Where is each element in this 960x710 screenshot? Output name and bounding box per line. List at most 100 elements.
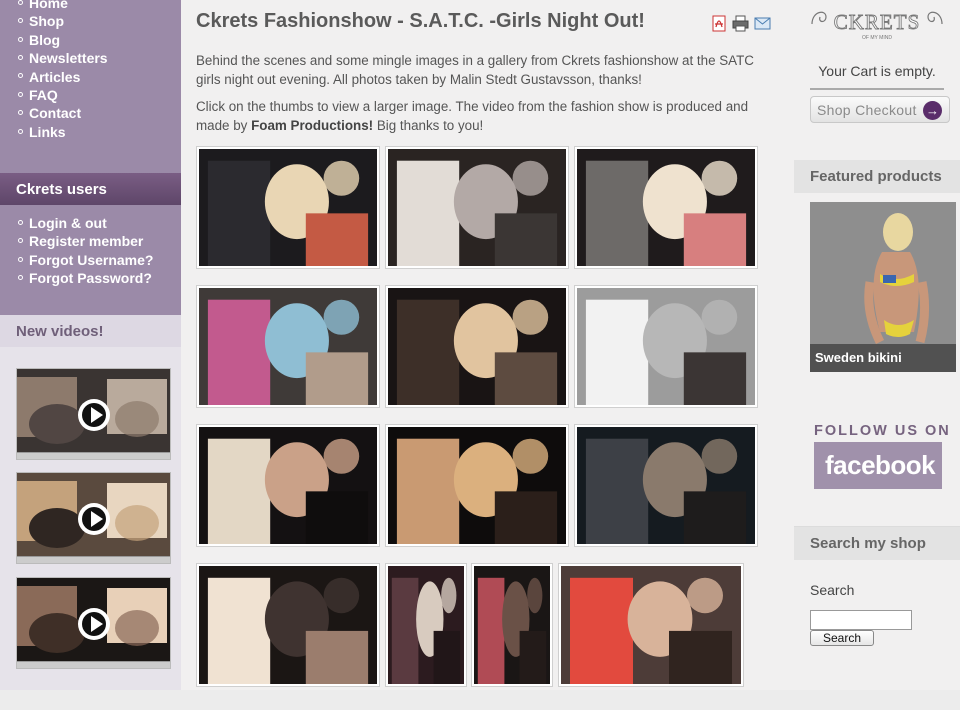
gallery-thumbnail[interactable] xyxy=(385,146,569,269)
gallery-thumbnail[interactable] xyxy=(196,424,380,547)
intro-text-end: Big thanks to you! xyxy=(373,117,484,133)
facebook-link[interactable]: facebook xyxy=(814,442,942,489)
bullet-icon xyxy=(18,238,23,244)
intro-paragraph-1: Behind the scenes and some mingle images… xyxy=(196,53,754,87)
main-content: Ckrets Fashionshow - S.A.T.C. -Girls Nig… xyxy=(181,0,794,690)
bullet-icon xyxy=(18,91,23,97)
nav-item-label: Contact xyxy=(29,105,82,122)
nav-item-blog[interactable]: Blog xyxy=(18,31,181,49)
gallery-thumbnail[interactable] xyxy=(196,146,380,269)
users-nav-list: Login & out Register member Forgot Usernam… xyxy=(0,205,181,288)
nav-item-label: Home xyxy=(29,0,68,11)
shop-checkout-button[interactable]: Shop Checkout → xyxy=(810,96,950,123)
nav-item-contact[interactable]: Contact xyxy=(18,104,181,122)
gallery-thumbnail[interactable] xyxy=(471,563,553,687)
gallery-thumbnail[interactable] xyxy=(385,424,569,547)
bullet-icon xyxy=(18,275,23,281)
follow-us-label: FOLLOW US ON xyxy=(814,423,951,439)
nav-item-label: Links xyxy=(29,123,66,140)
gallery-photo xyxy=(561,566,741,684)
nav-item-label: Forgot Password? xyxy=(29,270,152,287)
gallery-photo xyxy=(577,288,755,405)
cart-divider xyxy=(810,88,944,90)
main-nav-list: Home Shop Blog Newsletters Articles FAQ Contac… xyxy=(0,0,181,141)
gallery-photo xyxy=(388,566,464,684)
search-input[interactable] xyxy=(810,610,912,630)
page-bottom-strip xyxy=(0,690,960,710)
logo-text: CKRETS xyxy=(834,10,921,34)
gallery-thumbnail[interactable] xyxy=(196,285,380,408)
user-nav-item-forgot-password[interactable]: Forgot Password? xyxy=(18,269,181,287)
gallery-photo xyxy=(388,427,566,544)
gallery-thumbnail[interactable] xyxy=(196,563,380,687)
nav-item-shop[interactable]: Shop xyxy=(18,12,181,30)
user-nav-item-forgot-username[interactable]: Forgot Username? xyxy=(18,251,181,269)
bullet-icon xyxy=(18,73,23,79)
video-thumbnail[interactable] xyxy=(16,577,171,669)
video-controls-bar xyxy=(17,556,170,563)
gallery-photo xyxy=(577,149,755,266)
gallery-photo xyxy=(474,566,550,684)
gallery-photo xyxy=(577,427,755,544)
play-triangle-icon xyxy=(91,407,103,423)
nav-item-articles[interactable]: Articles xyxy=(18,68,181,86)
gallery-thumbnail[interactable] xyxy=(558,563,744,687)
users-header: Ckrets users xyxy=(0,173,181,205)
search-label: Search xyxy=(810,582,855,598)
pdf-icon[interactable] xyxy=(711,15,728,32)
intro-paragraph-2: Click on the thumbs to view a larger ima… xyxy=(196,98,781,135)
email-icon[interactable] xyxy=(754,15,771,32)
gallery-photo xyxy=(388,288,566,405)
nav-item-faq[interactable]: FAQ xyxy=(18,86,181,104)
bullet-icon xyxy=(18,128,23,134)
featured-product-image[interactable]: Sweden bikini xyxy=(810,202,956,372)
gallery-thumbnail[interactable] xyxy=(574,146,758,269)
logo-subtext: OF MY MIND xyxy=(862,35,892,41)
bullet-icon xyxy=(18,256,23,262)
nav-item-links[interactable]: Links xyxy=(18,123,181,141)
bullet-icon xyxy=(18,219,23,225)
gallery-photo xyxy=(388,149,566,266)
right-sidebar: CKRETS OF MY MIND Your Cart is empty. Sh… xyxy=(794,0,960,690)
nav-item-newsletters[interactable]: Newsletters xyxy=(18,49,181,67)
checkout-label: Shop Checkout xyxy=(817,102,917,118)
gallery-thumbnail[interactable] xyxy=(385,285,569,408)
nav-item-home[interactable]: Home xyxy=(18,0,181,12)
featured-header: Featured products xyxy=(794,160,960,193)
page-title: Ckrets Fashionshow - S.A.T.C. -Girls Nig… xyxy=(196,10,645,32)
gallery-thumbnail[interactable] xyxy=(574,424,758,547)
left-sidebar: Home Shop Blog Newsletters Articles FAQ Contac… xyxy=(0,0,181,690)
video-controls-bar xyxy=(17,452,170,459)
bullet-icon xyxy=(18,55,23,61)
featured-product-name: Sweden bikini xyxy=(810,344,956,372)
bullet-icon xyxy=(18,36,23,42)
bullet-icon xyxy=(18,18,23,24)
search-button[interactable]: Search xyxy=(810,630,874,646)
users-nav: Login & out Register member Forgot Usernam… xyxy=(0,205,181,315)
gallery-photo xyxy=(199,149,377,266)
nav-item-label: Articles xyxy=(29,68,81,85)
gallery-photo xyxy=(199,566,377,684)
nav-item-label: Login & out xyxy=(29,215,107,231)
nav-item-label: Shop xyxy=(29,13,64,30)
video-controls-bar xyxy=(17,661,170,668)
nav-item-label: Newsletters xyxy=(29,50,108,67)
video-thumbnail[interactable] xyxy=(16,472,171,564)
gallery-photo xyxy=(199,288,377,405)
nav-item-label: Blog xyxy=(29,31,61,48)
video-thumbnail[interactable] xyxy=(16,368,171,460)
play-triangle-icon xyxy=(91,511,103,527)
bullet-icon xyxy=(18,0,23,5)
nav-item-label: FAQ xyxy=(29,87,58,104)
user-nav-item-login-out[interactable]: Login & out xyxy=(18,214,181,232)
gallery-thumbnail[interactable] xyxy=(574,285,758,408)
gallery-photo xyxy=(199,427,377,544)
play-triangle-icon xyxy=(91,616,103,632)
user-nav-item-register-member[interactable]: Register member xyxy=(18,232,181,250)
nav-item-label: Forgot Username? xyxy=(29,251,154,268)
foam-productions-credit: Foam Productions! xyxy=(251,117,374,133)
gallery-thumbnail[interactable] xyxy=(385,563,467,687)
print-icon[interactable] xyxy=(732,15,749,32)
ckrets-logo[interactable]: CKRETS OF MY MIND xyxy=(808,3,946,45)
nav-item-label: Register member xyxy=(29,233,144,250)
